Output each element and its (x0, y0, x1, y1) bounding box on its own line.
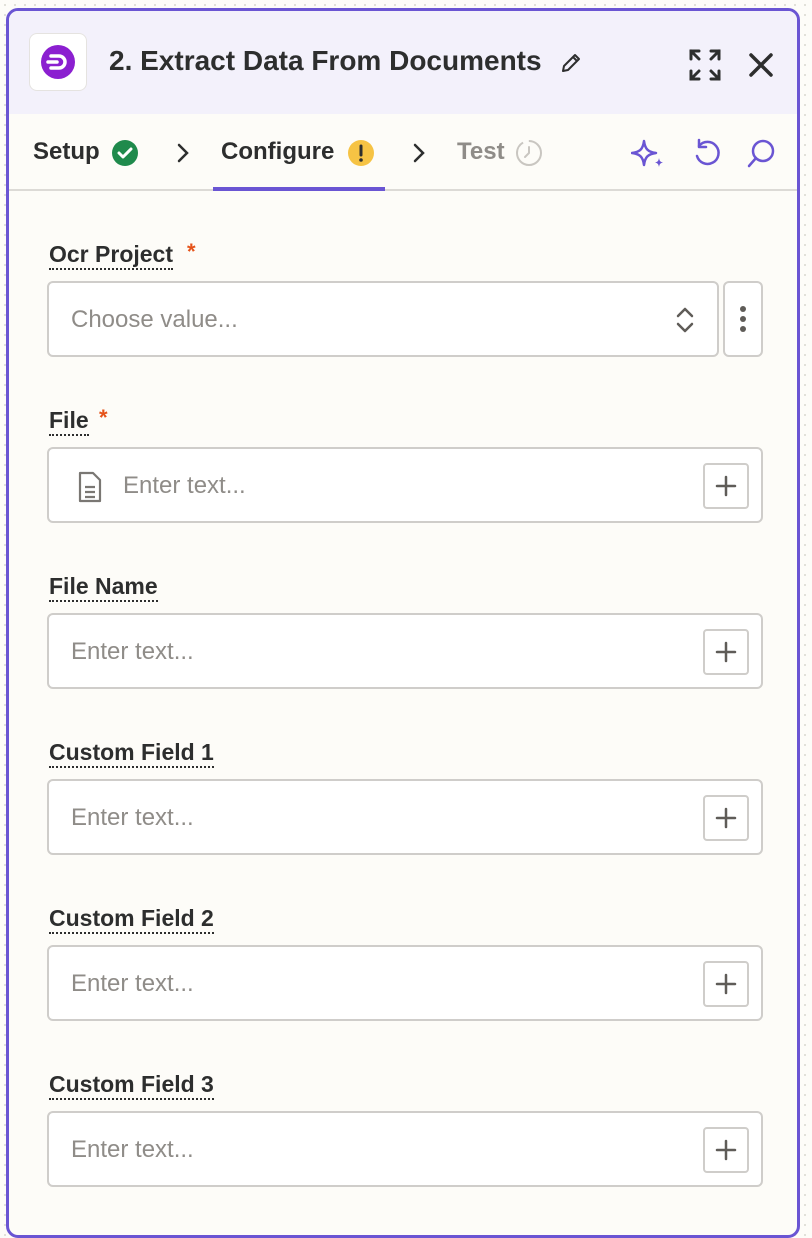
custom-field-1-placeholder: Enter text... (71, 804, 194, 831)
custom-field-1-input[interactable]: Enter text... (47, 779, 763, 855)
tab-setup-label: Setup (33, 138, 100, 165)
custom-field-2-placeholder: Enter text... (71, 970, 194, 997)
tab-configure-label: Configure (221, 138, 335, 165)
field-label-file: File (49, 407, 89, 436)
field-label-custom-field-3: Custom Field 3 (49, 1071, 214, 1100)
field-options-button[interactable] (723, 281, 763, 357)
file-placeholder: Enter text... (123, 472, 246, 499)
chevron-right-icon (411, 142, 427, 169)
expand-icon[interactable] (687, 47, 723, 88)
tab-test[interactable]: Test (457, 138, 505, 166)
field-label-ocr-project: Ocr Project (49, 241, 173, 270)
file-name-placeholder: Enter text... (71, 638, 194, 665)
chevron-right-icon (175, 142, 191, 169)
custom-field-2-input[interactable]: Enter text... (47, 945, 763, 1021)
sparkle-icon[interactable] (630, 138, 667, 175)
tab-test-label: Test (457, 138, 505, 165)
panel-header: 2. Extract Data From Documents (9, 11, 797, 114)
custom-field-3-placeholder: Enter text... (71, 1136, 194, 1163)
step-tabs: Setup Configure Test (9, 114, 797, 191)
custom-field-3-input[interactable]: Enter text... (47, 1111, 763, 1187)
insert-data-button[interactable] (703, 629, 749, 675)
check-circle-icon (111, 139, 139, 172)
field-label-file-name: File Name (49, 573, 158, 602)
file-icon (77, 471, 103, 508)
ocr-project-select[interactable]: Choose value... (47, 281, 719, 357)
undo-icon[interactable] (691, 138, 723, 175)
field-label-custom-field-1: Custom Field 1 (49, 739, 214, 768)
file-input[interactable]: Enter text... (47, 447, 763, 523)
plus-icon (715, 1139, 737, 1161)
warning-circle-icon (347, 139, 375, 172)
more-vertical-icon (740, 306, 746, 332)
plus-icon (715, 807, 737, 829)
insert-data-button[interactable] (703, 463, 749, 509)
file-name-input[interactable]: Enter text... (47, 613, 763, 689)
required-marker: * (99, 405, 108, 430)
active-tab-indicator (213, 187, 385, 191)
app-logo (29, 33, 87, 91)
plus-icon (715, 641, 737, 663)
insert-data-button[interactable] (703, 795, 749, 841)
timer-icon (515, 139, 543, 172)
field-label-custom-field-2: Custom Field 2 (49, 905, 214, 934)
plus-icon (715, 973, 737, 995)
search-icon[interactable] (745, 138, 777, 175)
step-title: 2. Extract Data From Documents (109, 45, 542, 76)
tab-setup[interactable]: Setup (33, 138, 100, 166)
pencil-icon[interactable] (559, 51, 583, 80)
plus-icon (715, 475, 737, 497)
insert-data-button[interactable] (703, 961, 749, 1007)
ocr-project-placeholder: Choose value... (71, 306, 238, 333)
select-arrows-icon (675, 305, 695, 340)
tab-configure[interactable]: Configure (221, 138, 334, 166)
step-editor-panel: 2. Extract Data From Documents Setup Con… (6, 8, 800, 1238)
documents-app-logo-icon (41, 45, 75, 79)
close-icon[interactable] (747, 51, 775, 84)
required-marker: * (187, 239, 196, 264)
insert-data-button[interactable] (703, 1127, 749, 1173)
